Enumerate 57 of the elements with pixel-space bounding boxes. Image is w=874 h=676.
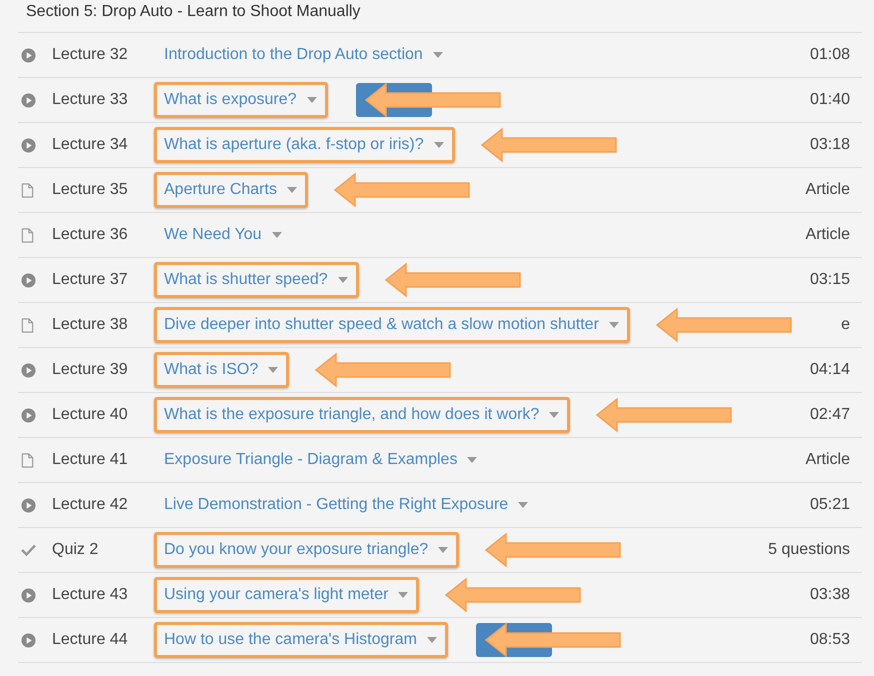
duration: Article	[806, 181, 850, 199]
lecture-label: Lecture 36	[52, 226, 129, 244]
lecture-title[interactable]: Aperture Charts	[164, 181, 277, 199]
duration: 05:21	[810, 496, 850, 514]
lecture-title[interactable]: Exposure Triangle - Diagram & Examples	[164, 451, 458, 469]
duration: 03:38	[810, 586, 850, 604]
duration: 02:47	[810, 406, 850, 424]
lecture-title[interactable]: Do you know your exposure triangle?	[164, 541, 428, 559]
caret-icon	[608, 322, 619, 328]
lecture-label: Lecture 35	[52, 181, 129, 199]
duration: 08:53	[810, 631, 850, 649]
lecture-title[interactable]: Dive deeper into shutter speed & watch a slow motion shutter	[164, 316, 599, 334]
duration: 03:18	[810, 136, 850, 154]
caret-icon	[432, 52, 443, 58]
caret-icon	[306, 97, 317, 103]
lecture-label: Lecture 39	[52, 361, 129, 379]
lecture-title[interactable]: What is aperture (aka. f-stop or iris)?	[164, 136, 424, 154]
lecture-title[interactable]: What is exposure?	[164, 91, 297, 109]
duration: 03:15	[810, 271, 850, 289]
lecture-title[interactable]: How to use the camera's Histogram	[164, 631, 417, 649]
caret-icon	[268, 367, 278, 373]
caret-icon	[549, 412, 560, 418]
lecture-label: Lecture 38	[52, 316, 129, 334]
lecture-title[interactable]: We Need You	[164, 226, 262, 244]
lecture-title[interactable]: Using your camera's light meter	[164, 586, 388, 604]
lecture-label: Lecture 44	[52, 631, 129, 649]
lecture-label: Lecture 43	[52, 586, 129, 604]
caret-icon	[272, 232, 282, 238]
section-title: Section 5: Drop Auto - Learn to Shoot Manually	[18, 0, 862, 33]
duration: Article	[806, 226, 850, 244]
lecture-title[interactable]: Live Demonstration - Getting the Right Exposure	[164, 496, 508, 514]
lecture-label: Lecture 40	[52, 406, 129, 424]
lecture-label: Quiz 2	[52, 541, 100, 559]
duration: 01:08	[810, 46, 850, 64]
lecture-title[interactable]: What is ISO?	[164, 361, 258, 379]
caret-icon	[338, 277, 348, 283]
duration: 01:40	[810, 91, 850, 109]
duration: 04:14	[810, 361, 850, 379]
lecture-label: Lecture 41	[52, 451, 129, 469]
caret-icon	[434, 142, 444, 148]
caret-icon	[518, 502, 528, 508]
lecture-title[interactable]: What is the exposure triangle, and how does it work?	[164, 406, 540, 424]
caret-icon	[438, 547, 448, 553]
caret-icon	[426, 637, 437, 643]
duration: Article	[806, 451, 850, 469]
lecture-label: Lecture 42	[52, 496, 129, 514]
duration: 5 questions	[768, 541, 850, 559]
lecture-label: Lecture 33	[52, 91, 129, 109]
lecture-label: Lecture 34	[52, 136, 129, 154]
lecture-label: Lecture 32	[52, 46, 129, 64]
lecture-title[interactable]: What is shutter speed?	[164, 271, 328, 289]
caret-icon	[286, 187, 297, 193]
lecture-label: Lecture 37	[52, 271, 129, 289]
caret-icon	[398, 592, 408, 598]
lecture-title[interactable]: Introduction to the Drop Auto section	[164, 46, 423, 64]
caret-icon	[467, 457, 478, 463]
duration: e	[841, 316, 850, 334]
